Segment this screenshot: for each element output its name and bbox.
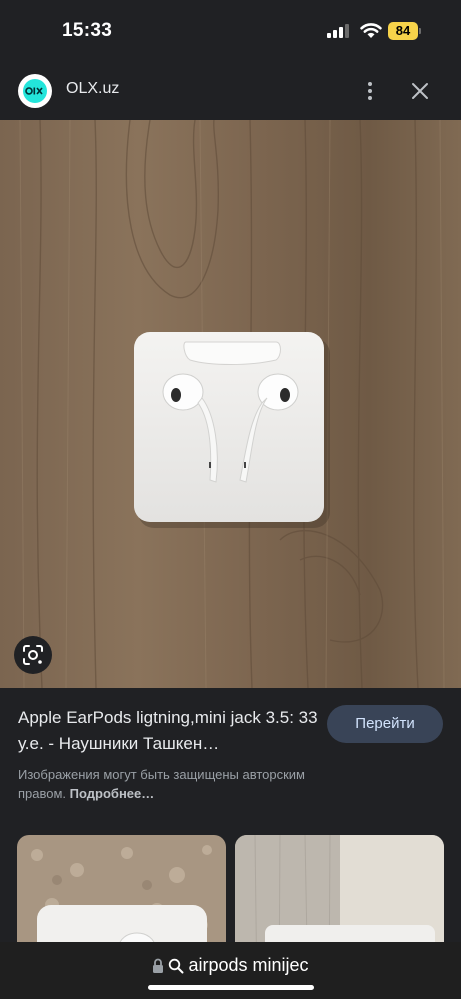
status-time: 15:33 xyxy=(62,20,113,41)
search-icon xyxy=(169,958,184,973)
lens-button[interactable] xyxy=(14,636,52,674)
more-vert-icon[interactable] xyxy=(360,80,380,102)
address-bar-content[interactable]: airpods minijec xyxy=(0,955,461,976)
learn-more-link[interactable]: Подробнее… xyxy=(70,786,155,801)
close-icon[interactable] xyxy=(408,79,432,103)
earpods-photo xyxy=(0,120,461,688)
home-indicator[interactable] xyxy=(148,985,314,990)
status-bar: 15:33 84 xyxy=(0,0,461,62)
lock-icon xyxy=(153,958,164,973)
lens-icon xyxy=(23,645,43,665)
signal-icon xyxy=(327,24,349,38)
site-logo[interactable] xyxy=(18,74,52,108)
address-url[interactable]: airpods minijec xyxy=(188,955,308,976)
visit-button[interactable]: Перейти xyxy=(327,705,443,743)
battery-level: 84 xyxy=(388,22,418,40)
result-title[interactable]: Apple EarPods ligtning,mini jack 3.5: 33… xyxy=(18,705,318,757)
wifi-icon xyxy=(360,23,382,38)
site-name[interactable]: OLX.uz xyxy=(66,80,119,98)
olx-logo-icon xyxy=(25,87,43,95)
olx-logo-mark xyxy=(23,79,47,103)
main-image[interactable] xyxy=(0,120,461,688)
copyright-text: Изображения могут быть защищены авторски… xyxy=(18,767,305,801)
battery-tip xyxy=(419,28,421,34)
copyright-notice: Изображения могут быть защищены авторски… xyxy=(18,765,348,803)
